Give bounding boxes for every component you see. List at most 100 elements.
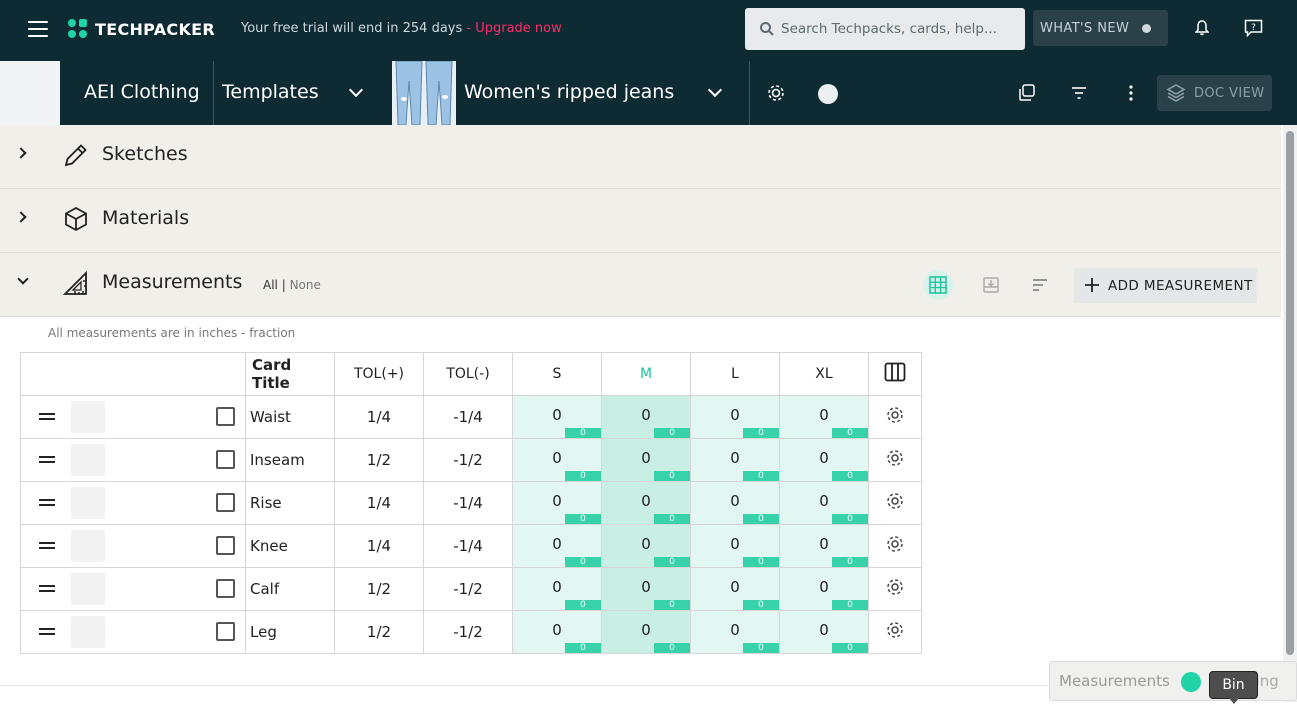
doc-view-button[interactable]: DOC VIEW xyxy=(1157,75,1272,111)
techpacker-logo[interactable]: TECHPACKER xyxy=(68,19,215,39)
settings-icon[interactable] xyxy=(885,577,905,597)
tol-minus-cell[interactable]: -1/2 xyxy=(423,567,513,611)
measurement-title[interactable]: Waist xyxy=(245,395,335,439)
row-checkbox[interactable] xyxy=(216,579,235,598)
size-cell-xl[interactable]: 00 xyxy=(779,481,869,525)
tol-minus-cell[interactable]: -1/4 xyxy=(423,395,513,439)
size-cell-l[interactable]: 00 xyxy=(690,438,780,482)
size-cell-xl[interactable]: 00 xyxy=(779,524,869,568)
measurement-title[interactable]: Rise xyxy=(245,481,335,525)
measurement-title[interactable]: Calf xyxy=(245,567,335,611)
header-tol-plus[interactable]: TOL(+) xyxy=(334,352,424,396)
row-checkbox[interactable] xyxy=(216,407,235,426)
product-thumbnail[interactable] xyxy=(392,61,456,125)
menu-icon[interactable] xyxy=(28,21,48,37)
measurement-image-placeholder[interactable] xyxy=(71,444,105,476)
chevron-right-icon[interactable] xyxy=(15,147,27,159)
size-cell-m[interactable]: 00 xyxy=(601,395,691,439)
search-input[interactable]: Search Techpacks, cards, help... xyxy=(745,8,1025,50)
size-cell-m[interactable]: 00 xyxy=(601,438,691,482)
header-tol-minus[interactable]: TOL(-) xyxy=(423,352,513,396)
header-size-xl[interactable]: XL xyxy=(779,352,869,396)
header-size-l[interactable]: L xyxy=(690,352,780,396)
size-cell-xl[interactable]: 00 xyxy=(779,610,869,654)
upgrade-link[interactable]: - Upgrade now xyxy=(466,21,561,36)
columns-icon[interactable] xyxy=(884,362,906,382)
table-row[interactable]: Inseam 1/2 -1/2 0 0 0 0 0 0 0 0 xyxy=(20,438,922,482)
size-cell-s[interactable]: 00 xyxy=(512,481,602,525)
chevron-right-icon[interactable] xyxy=(15,211,27,223)
table-row[interactable]: Calf 1/2 -1/2 0 0 0 0 0 0 0 0 xyxy=(20,567,922,611)
measurement-image-placeholder[interactable] xyxy=(71,573,105,605)
size-cell-m[interactable]: 00 xyxy=(601,481,691,525)
size-cell-m[interactable]: 00 xyxy=(601,524,691,568)
measurement-image-placeholder[interactable] xyxy=(71,616,105,648)
product-dropdown[interactable]: Women's ripped jeans xyxy=(464,81,674,103)
duplicate-icon[interactable] xyxy=(1017,83,1037,103)
header-card-title[interactable]: Card Title xyxy=(245,352,335,396)
drag-handle-icon[interactable] xyxy=(39,413,55,420)
import-icon[interactable] xyxy=(983,277,999,293)
measurement-title[interactable]: Leg xyxy=(245,610,335,654)
size-cell-m[interactable]: 00 xyxy=(601,567,691,611)
measurement-title[interactable]: Knee xyxy=(245,524,335,568)
tol-plus-cell[interactable]: 1/2 xyxy=(334,567,424,611)
drag-handle-icon[interactable] xyxy=(39,585,55,592)
folder-chevron-down-icon[interactable] xyxy=(348,82,364,98)
tol-minus-cell[interactable]: -1/4 xyxy=(423,481,513,525)
chevron-down-icon[interactable] xyxy=(17,273,29,285)
size-cell-xl[interactable]: 00 xyxy=(779,395,869,439)
size-cell-s[interactable]: 00 xyxy=(512,395,602,439)
drag-handle-icon[interactable] xyxy=(39,628,55,635)
row-checkbox[interactable] xyxy=(216,450,235,469)
status-circle-icon[interactable] xyxy=(818,84,838,104)
sort-icon[interactable] xyxy=(1032,278,1048,292)
section-materials[interactable]: Materials xyxy=(0,189,1281,253)
select-all-link[interactable]: All | xyxy=(263,278,286,292)
settings-icon[interactable] xyxy=(885,620,905,640)
header-size-m[interactable]: M xyxy=(601,352,691,396)
size-cell-l[interactable]: 00 xyxy=(690,567,780,611)
size-cell-l[interactable]: 00 xyxy=(690,524,780,568)
table-row[interactable]: Knee 1/4 -1/4 0 0 0 0 0 0 0 0 xyxy=(20,524,922,568)
tol-minus-cell[interactable]: -1/2 xyxy=(423,610,513,654)
tol-plus-cell[interactable]: 1/2 xyxy=(334,438,424,482)
drag-handle-icon[interactable] xyxy=(39,456,55,463)
more-vert-icon[interactable] xyxy=(1126,83,1136,103)
toggle-switch[interactable] xyxy=(1181,672,1201,692)
tol-plus-cell[interactable]: 1/4 xyxy=(334,395,424,439)
row-checkbox[interactable] xyxy=(216,536,235,555)
measurement-image-placeholder[interactable] xyxy=(71,487,105,519)
table-row[interactable]: Waist 1/4 -1/4 0 0 0 0 0 0 0 0 xyxy=(20,395,922,439)
section-measurements[interactable]: Measurements All | None ADD MEASUREMENT xyxy=(0,253,1281,317)
settings-icon[interactable] xyxy=(885,491,905,511)
product-chevron-down-icon[interactable] xyxy=(707,82,723,98)
section-sketches[interactable]: Sketches xyxy=(0,125,1281,189)
add-measurement-button[interactable]: ADD MEASUREMENT xyxy=(1074,268,1257,303)
measurement-title[interactable]: Inseam xyxy=(245,438,335,482)
filter-icon[interactable] xyxy=(1070,83,1088,103)
table-row[interactable]: Leg 1/2 -1/2 0 0 0 0 0 0 0 0 xyxy=(20,610,922,654)
size-cell-s[interactable]: 00 xyxy=(512,438,602,482)
size-cell-xl[interactable]: 00 xyxy=(779,567,869,611)
scrollbar-thumb[interactable] xyxy=(1286,131,1294,655)
brand-name[interactable]: AEI Clothing xyxy=(84,81,200,103)
settings-icon[interactable] xyxy=(885,534,905,554)
settings-icon[interactable] xyxy=(885,405,905,425)
row-checkbox[interactable] xyxy=(216,622,235,641)
tol-plus-cell[interactable]: 1/4 xyxy=(334,481,424,525)
size-cell-s[interactable]: 00 xyxy=(512,567,602,611)
size-cell-s[interactable]: 00 xyxy=(512,610,602,654)
size-cell-l[interactable]: 00 xyxy=(690,610,780,654)
grid-view-button[interactable] xyxy=(923,270,953,300)
size-cell-l[interactable]: 00 xyxy=(690,395,780,439)
settings-icon[interactable] xyxy=(766,83,786,103)
tol-plus-cell[interactable]: 1/2 xyxy=(334,610,424,654)
drag-handle-icon[interactable] xyxy=(39,499,55,506)
settings-icon[interactable] xyxy=(885,448,905,468)
folder-dropdown[interactable]: Templates xyxy=(222,81,319,103)
header-size-s[interactable]: S xyxy=(512,352,602,396)
measurement-image-placeholder[interactable] xyxy=(71,401,105,433)
table-row[interactable]: Rise 1/4 -1/4 0 0 0 0 0 0 0 0 xyxy=(20,481,922,525)
select-none-link[interactable]: None xyxy=(290,278,321,292)
